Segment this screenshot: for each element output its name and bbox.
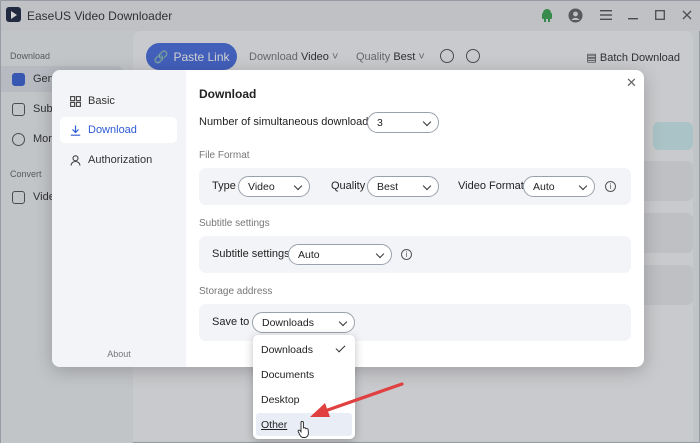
save-to-label: Save to: [212, 316, 250, 328]
video-format-info-icon[interactable]: i: [605, 181, 616, 192]
dialog-title: Download: [199, 87, 257, 101]
file-format-title: File Format: [199, 150, 250, 161]
file-format-panel: Type Video Quality Best Video Format Aut…: [199, 168, 631, 205]
dropdown-option-downloads[interactable]: Downloads: [256, 338, 352, 361]
grid-icon: [70, 95, 81, 107]
about-link[interactable]: About: [52, 349, 186, 359]
user-icon: [70, 154, 81, 166]
settings-dialog: Basic Download Authorization About ✕ Dow…: [52, 70, 644, 367]
chevron-down-icon: [293, 181, 303, 191]
chevron-down-icon: [338, 317, 348, 327]
video-format-select[interactable]: Auto: [523, 176, 595, 197]
check-icon: [335, 342, 346, 353]
type-label: Type: [212, 180, 236, 192]
subtitle-panel: Subtitle settings Auto i: [199, 236, 631, 273]
subtitle-info-icon[interactable]: i: [401, 249, 412, 260]
annotation-arrow: [310, 382, 404, 417]
storage-address-title: Storage address: [199, 286, 273, 297]
quality-select-dialog[interactable]: Best: [367, 176, 439, 197]
quality-label: Quality: [331, 180, 366, 192]
simultaneous-downloads-select[interactable]: 3: [367, 112, 439, 133]
simultaneous-downloads-label: Number of simultaneous downloads: [199, 116, 374, 128]
chevron-down-icon: [422, 117, 432, 127]
video-format-label: Video Format: [458, 180, 524, 192]
hand-cursor-icon: [297, 421, 309, 438]
settings-nav-basic[interactable]: Basic: [60, 88, 177, 114]
settings-nav-download[interactable]: Download: [60, 117, 177, 143]
chevron-down-icon: [375, 249, 385, 259]
download-icon: [70, 125, 81, 136]
settings-nav: Basic Download Authorization About: [52, 70, 186, 367]
chevron-down-icon: [578, 181, 588, 191]
subtitle-settings-select[interactable]: Auto: [288, 244, 392, 265]
settings-nav-authorization[interactable]: Authorization: [60, 147, 177, 173]
save-to-select[interactable]: Downloads: [252, 312, 355, 333]
subtitle-settings-title: Subtitle settings: [199, 218, 270, 229]
subtitle-settings-label: Subtitle settings: [212, 248, 290, 260]
type-select[interactable]: Video: [238, 176, 310, 197]
chevron-down-icon: [422, 181, 432, 191]
close-dialog-icon[interactable]: ✕: [626, 76, 637, 89]
